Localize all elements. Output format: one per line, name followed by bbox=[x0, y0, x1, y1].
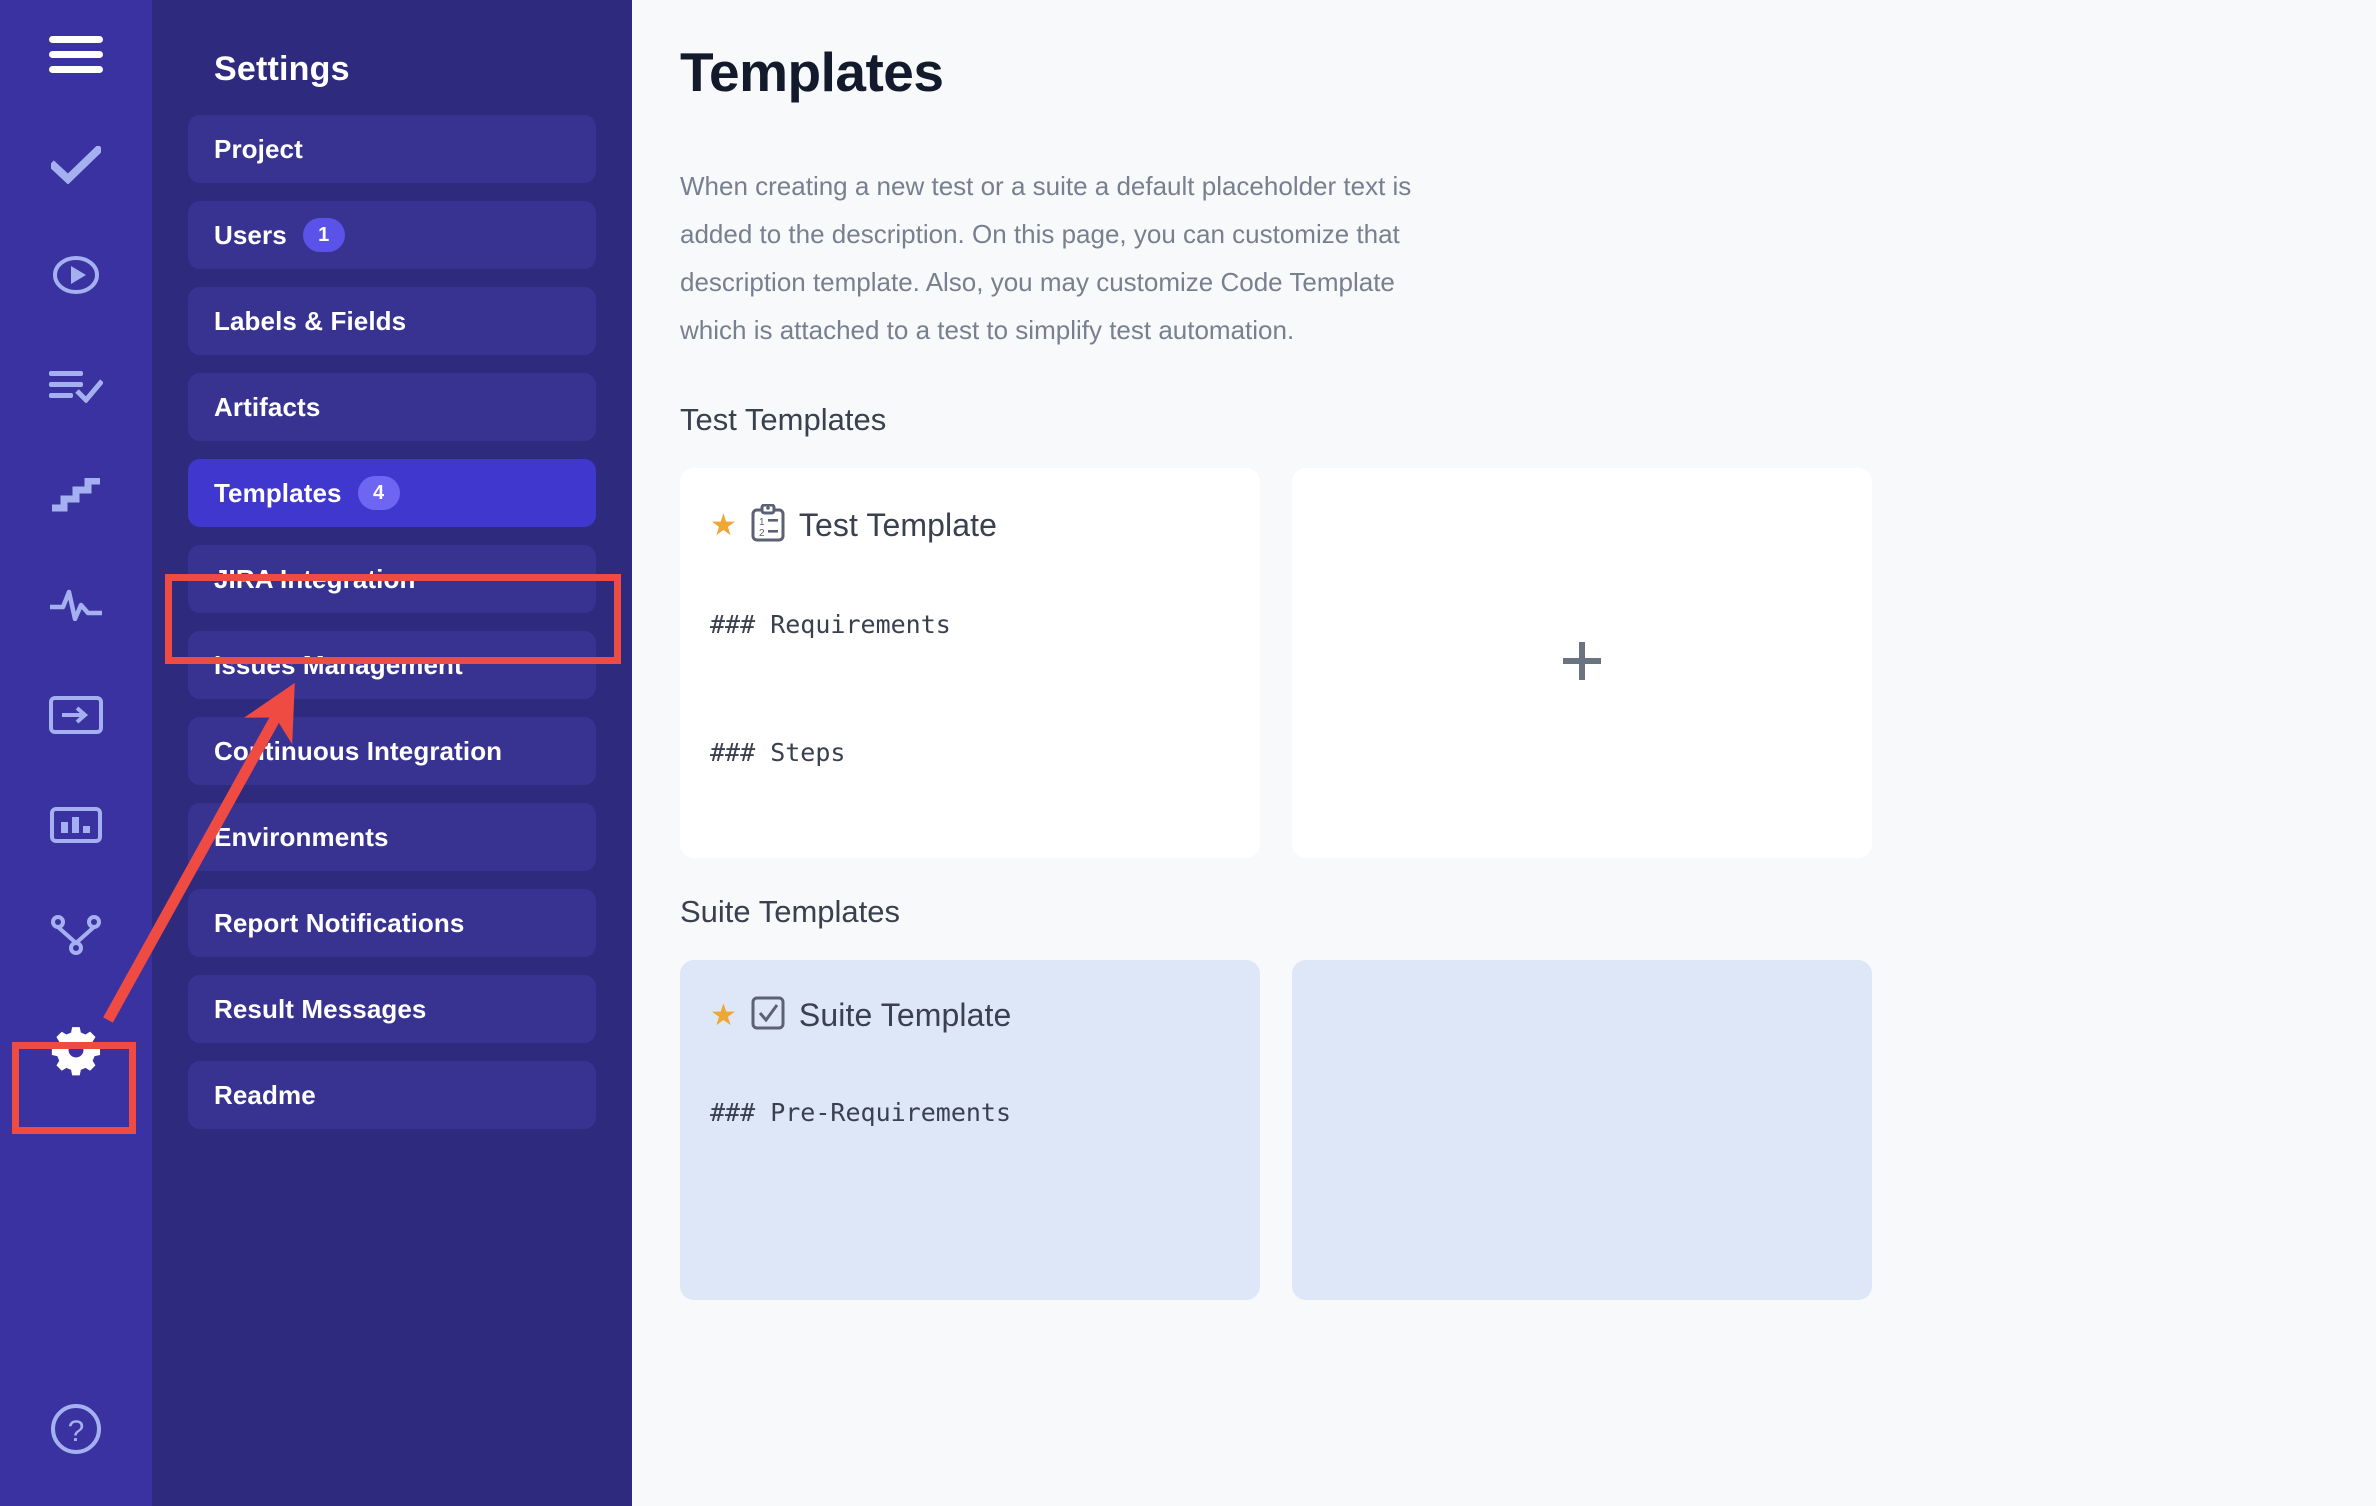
suite-template-card-header: ★ Suite Template bbox=[710, 996, 1230, 1035]
sidebar-item-project[interactable]: Project bbox=[188, 115, 596, 183]
chart-bar-icon[interactable] bbox=[0, 770, 152, 880]
sidebar-item-label: Result Messages bbox=[214, 993, 427, 1024]
test-templates-row: ★ 1 2 Test Template ### Requirements ###… bbox=[680, 468, 2376, 858]
sidebar-item-label: Report Notifications bbox=[214, 907, 465, 938]
app-root: ? Settings Project Users 1 Labels & Fields A… bbox=[0, 0, 2376, 1506]
page-description: When creating a new test or a suite a de… bbox=[680, 171, 1412, 345]
sidebar-item-label: Labels & Fields bbox=[214, 305, 407, 336]
sidebar-item-label: Issues Management bbox=[214, 649, 463, 680]
sidebar-item-artifacts[interactable]: Artifacts bbox=[188, 373, 596, 441]
sidebar-item-report-notifications[interactable]: Report Notifications bbox=[188, 889, 596, 957]
import-icon[interactable] bbox=[0, 660, 152, 770]
menu-icon[interactable] bbox=[0, 0, 152, 110]
gear-icon[interactable] bbox=[0, 990, 152, 1110]
sidebar-item-badge: 4 bbox=[357, 476, 400, 510]
sidebar-item-label: Templates bbox=[214, 477, 342, 508]
sidebar-item-label: Project bbox=[214, 133, 303, 164]
suite-template-card-body: ### Pre-Requirements bbox=[710, 1098, 1012, 1127]
clipboard-list-icon: 1 2 bbox=[751, 503, 785, 547]
help-circle-icon[interactable]: ? bbox=[0, 1374, 152, 1484]
sidebar-item-templates[interactable]: Templates 4 bbox=[188, 459, 596, 527]
pulse-icon[interactable] bbox=[0, 550, 152, 660]
sidebar-item-label: Readme bbox=[214, 1079, 316, 1110]
settings-nav-list: Project Users 1 Labels & Fields Artifacts Tem… bbox=[188, 115, 596, 1129]
suite-templates-section-title: Suite Templates bbox=[680, 894, 900, 929]
sidebar-item-readme[interactable]: Readme bbox=[188, 1061, 596, 1129]
test-templates-section-title: Test Templates bbox=[680, 402, 887, 437]
sidebar-item-label: Continuous Integration bbox=[214, 735, 503, 766]
sidebar-item-labels-fields[interactable]: Labels & Fields bbox=[188, 287, 596, 355]
sidebar-item-jira-integration[interactable]: JIRA Integration bbox=[188, 545, 596, 613]
add-test-template-card[interactable] bbox=[1292, 468, 1872, 858]
svg-text:1: 1 bbox=[759, 517, 765, 528]
play-circle-icon[interactable] bbox=[0, 220, 152, 330]
star-icon[interactable]: ★ bbox=[710, 1000, 737, 1031]
sidebar-item-label: JIRA Integration bbox=[214, 563, 416, 594]
suite-template-card[interactable]: ★ Suite Template ### Pre-Requirements bbox=[680, 960, 1260, 1300]
add-suite-template-card[interactable] bbox=[1292, 960, 1872, 1300]
test-template-card-body: ### Requirements ### Steps bbox=[710, 610, 951, 767]
star-icon[interactable]: ★ bbox=[710, 510, 737, 541]
sidebar-item-result-messages[interactable]: Result Messages bbox=[188, 975, 596, 1043]
settings-title: Settings bbox=[214, 50, 350, 88]
svg-text:2: 2 bbox=[759, 528, 765, 539]
sidebar-item-issues-management[interactable]: Issues Management bbox=[188, 631, 596, 699]
main-content: Templates When creating a new test or a … bbox=[632, 0, 2376, 1506]
suite-template-card-title: Suite Template bbox=[798, 997, 1012, 1033]
check-icon[interactable] bbox=[0, 110, 152, 220]
test-template-card-title: Test Template bbox=[798, 507, 998, 543]
sidebar-item-users[interactable]: Users 1 bbox=[188, 201, 596, 269]
sidebar-item-continuous-integration[interactable]: Continuous Integration bbox=[188, 717, 596, 785]
page-title: Templates bbox=[680, 41, 944, 103]
plus-icon[interactable] bbox=[1561, 640, 1603, 687]
sidebar-item-environments[interactable]: Environments bbox=[188, 803, 596, 871]
sidebar-item-label: Users bbox=[214, 219, 287, 250]
checkbox-icon bbox=[751, 996, 785, 1035]
stairs-icon[interactable] bbox=[0, 440, 152, 550]
sidebar-item-badge: 1 bbox=[302, 218, 345, 252]
suite-templates-row: ★ Suite Template ### Pre-Requirements bbox=[680, 960, 2376, 1300]
test-template-card[interactable]: ★ 1 2 Test Template ### Requirements ###… bbox=[680, 468, 1260, 858]
list-check-icon[interactable] bbox=[0, 330, 152, 440]
primary-icon-rail: ? bbox=[0, 0, 152, 1506]
sidebar-item-label: Artifacts bbox=[214, 391, 321, 422]
sidebar-item-label: Environments bbox=[214, 821, 389, 852]
svg-text:?: ? bbox=[68, 1415, 85, 1448]
test-template-card-header: ★ 1 2 Test Template bbox=[710, 503, 1230, 547]
settings-sidebar: Settings Project Users 1 Labels & Fields Art… bbox=[152, 0, 632, 1506]
branch-icon[interactable] bbox=[0, 880, 152, 990]
